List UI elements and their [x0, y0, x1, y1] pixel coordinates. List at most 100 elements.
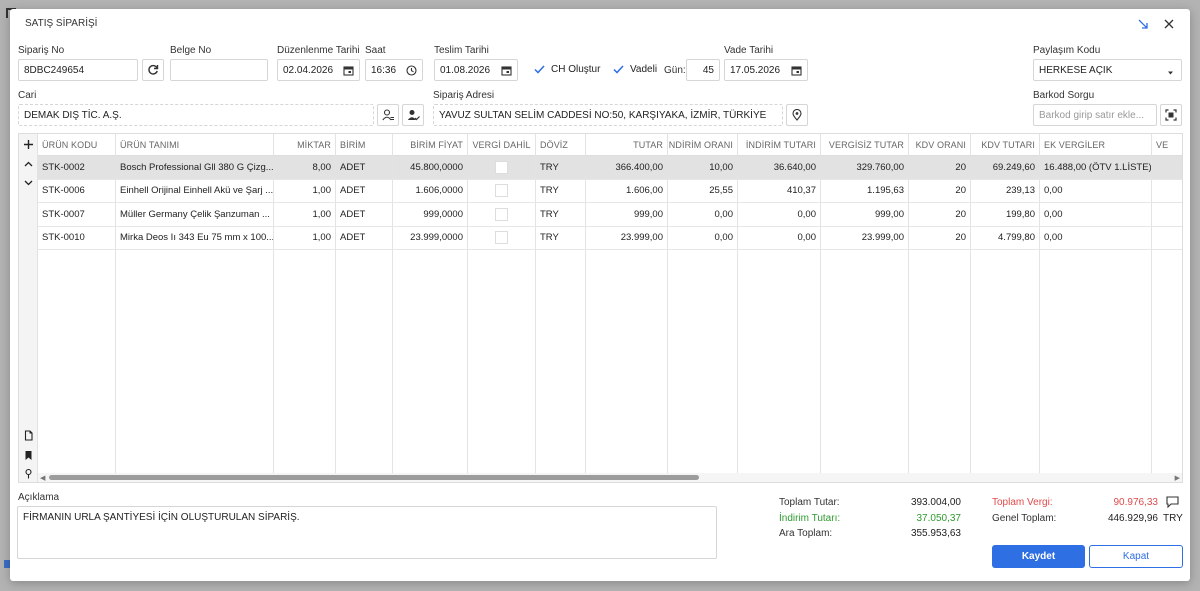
share-select[interactable]: HERKESE AÇIK	[1033, 59, 1182, 81]
column-header[interactable]: VE	[1152, 134, 1182, 156]
table-cell[interactable]: 999,0000	[393, 203, 468, 226]
tax-included-cell[interactable]	[468, 226, 536, 249]
table-row[interactable]: STK-0007 Müller Germany Çelik Şanzuman ..…	[38, 203, 1182, 227]
table-cell[interactable]: 999,00	[586, 203, 668, 226]
table-cell[interactable]	[1152, 180, 1182, 203]
table-row[interactable]: STK-0010 Mirka Deos Iı 343 Eu 75 mm x 100…	[38, 226, 1182, 250]
column-header[interactable]: VERGİ DAHİL	[468, 134, 536, 156]
table-cell[interactable]: TRY	[536, 226, 586, 249]
column-header[interactable]: BİRİM FİYAT	[393, 134, 468, 156]
column-header[interactable]: KDV TUTARI	[971, 134, 1040, 156]
address-field[interactable]: YAVUZ SULTAN SELİM CADDESİ NO:50, KARŞIY…	[433, 104, 783, 126]
table-cell[interactable]: ADET	[336, 203, 393, 226]
table-cell[interactable]: 16.488,00 (ÖTV 1.LİSTE)	[1040, 156, 1152, 179]
table-cell[interactable]: 1.606,0000	[393, 179, 468, 202]
table-cell[interactable]: 0,00	[1040, 203, 1152, 226]
column-header[interactable]: BİRİM	[336, 134, 393, 156]
table-cell[interactable]: ADET	[336, 179, 393, 202]
table-cell[interactable]: 329.760,00	[821, 156, 909, 179]
account-field[interactable]: DEMAK DIŞ TİC. A.Ş.	[18, 104, 374, 126]
table-cell[interactable]: 1.195,63	[821, 179, 909, 202]
table-cell[interactable]: 4.799,80	[971, 226, 1040, 249]
delivery-date-field[interactable]: 01.08.2026	[434, 59, 518, 81]
bookmark-icon[interactable]	[23, 450, 34, 461]
document-icon[interactable]	[23, 430, 34, 441]
table-cell[interactable]	[1152, 227, 1182, 250]
table-cell[interactable]: Bosch Professional Gll 380 G Çizg...	[116, 156, 274, 179]
table-cell[interactable]: STK-0002	[38, 156, 116, 179]
term-checkbox[interactable]: Vadeli	[613, 64, 657, 75]
barcode-scan-button[interactable]	[1160, 104, 1182, 126]
column-header[interactable]: İNDİRİM ORANI	[668, 134, 738, 156]
tax-included-checkbox[interactable]	[495, 231, 508, 245]
column-header[interactable]: EK VERGİLER	[1040, 134, 1152, 156]
table-cell[interactable]: 1,00	[274, 226, 336, 249]
table-cell[interactable]: TRY	[536, 179, 586, 202]
table-cell[interactable]: 23.999,00	[586, 226, 668, 249]
table-cell[interactable]: TRY	[536, 156, 586, 179]
table-cell[interactable]: 1.606,00	[586, 179, 668, 202]
scroll-right-icon[interactable]: ▶	[1175, 474, 1180, 482]
table-cell[interactable]: 8,00	[274, 156, 336, 179]
tax-included-cell[interactable]	[468, 179, 536, 202]
table-cell[interactable]: STK-0006	[38, 179, 116, 202]
table-cell[interactable]: Mirka Deos Iı 343 Eu 75 mm x 100...	[116, 226, 274, 249]
table-cell[interactable]: ADET	[336, 156, 393, 179]
ch-checkbox[interactable]: CH Oluştur	[534, 64, 600, 75]
table-cell[interactable]: 20	[909, 226, 971, 249]
table-cell[interactable]: 0,00	[1040, 226, 1152, 249]
minimize-icon[interactable]	[1134, 15, 1152, 33]
account-select-button[interactable]	[402, 104, 424, 126]
table-cell[interactable]: 0,00	[668, 203, 738, 226]
due-date-field[interactable]: 17.05.2026	[724, 59, 808, 81]
tax-included-checkbox[interactable]	[495, 207, 508, 221]
column-header[interactable]: DÖVİZ	[536, 134, 586, 156]
table-cell[interactable]	[1152, 156, 1182, 179]
tax-detail-icon[interactable]	[1166, 496, 1179, 508]
table-cell[interactable]: 199,80	[971, 203, 1040, 226]
table-cell[interactable]: ADET	[336, 226, 393, 249]
table-cell[interactable]: 366.400,00	[586, 156, 668, 179]
barcode-input[interactable]: Barkod girip satır ekle...	[1033, 104, 1157, 126]
table-cell[interactable]: 23.999,0000	[393, 226, 468, 249]
address-select-button[interactable]	[786, 104, 808, 126]
table-cell[interactable]: 0,00	[668, 226, 738, 249]
table-cell[interactable]: TRY	[536, 203, 586, 226]
table-cell[interactable]: STK-0010	[38, 226, 116, 249]
edit-date-field[interactable]: 02.04.2026	[277, 59, 360, 81]
horizontal-scrollbar[interactable]: ◀ ▶	[38, 473, 1182, 482]
table-cell[interactable]: Einhell Orijinal Einhell Akü ve Şarj ...	[116, 179, 274, 202]
column-header[interactable]: VERGİSİZ TUTAR	[821, 134, 909, 156]
table-cell[interactable]: 36.640,00	[738, 156, 821, 179]
table-cell[interactable]: 0,00	[1040, 179, 1152, 202]
move-up-icon[interactable]	[23, 159, 34, 170]
column-header[interactable]: ÜRÜN TANIMI	[116, 134, 274, 156]
table-cell[interactable]: 0,00	[738, 203, 821, 226]
table-row[interactable]: STK-0006 Einhell Orijinal Einhell Akü ve …	[38, 179, 1182, 203]
tax-included-checkbox[interactable]	[495, 160, 508, 174]
scroll-left-icon[interactable]: ◀	[40, 474, 45, 482]
save-button[interactable]: Kaydet	[992, 545, 1085, 568]
tax-included-cell[interactable]	[468, 203, 536, 226]
table-row[interactable]: STK-0002 Bosch Professional Gll 380 G Çiz…	[38, 156, 1182, 180]
tax-included-checkbox[interactable]	[495, 184, 508, 198]
table-cell[interactable]: 23.999,00	[821, 226, 909, 249]
table-cell[interactable]: 999,00	[821, 203, 909, 226]
table-cell[interactable]: 25,55	[668, 179, 738, 202]
refresh-button[interactable]	[142, 59, 164, 81]
table-cell[interactable]: STK-0007	[38, 203, 116, 226]
notes-textarea[interactable]: FİRMANIN URLA ŞANTİYESİ İÇİN OLUŞTURULAN…	[17, 506, 717, 559]
column-header[interactable]: ÜRÜN KODU	[38, 134, 116, 156]
table-cell[interactable]: 10,00	[668, 156, 738, 179]
order-no-field[interactable]: 8DBC249654	[18, 59, 138, 81]
time-field[interactable]: 16:36	[365, 59, 423, 81]
scrollbar-thumb[interactable]	[49, 475, 699, 480]
add-row-icon[interactable]	[23, 139, 34, 150]
tax-included-cell[interactable]	[468, 156, 536, 179]
table-cell[interactable]: 20	[909, 179, 971, 202]
days-field[interactable]: 45	[686, 59, 720, 81]
column-header[interactable]: MİKTAR	[274, 134, 336, 156]
close-button[interactable]: Kapat	[1089, 545, 1183, 568]
close-icon[interactable]	[1160, 15, 1178, 33]
table-cell[interactable]: Müller Germany Çelik Şanzuman ...	[116, 203, 274, 226]
